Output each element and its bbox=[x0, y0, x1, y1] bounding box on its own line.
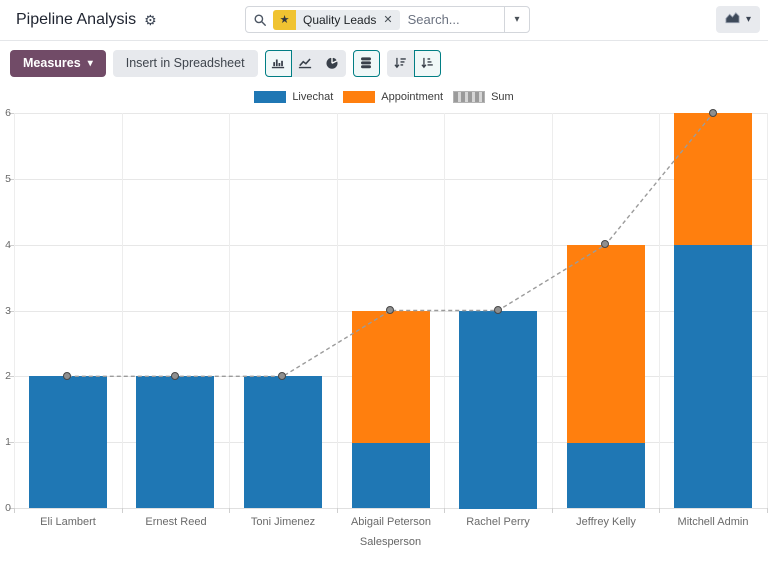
x-tick-mark bbox=[229, 508, 230, 513]
chevron-down-icon: ▾ bbox=[88, 58, 93, 69]
y-tick-label: 3 bbox=[0, 305, 11, 317]
legend-item-livechat[interactable]: Livechat bbox=[254, 91, 333, 103]
bar-chart-button[interactable] bbox=[265, 50, 292, 77]
x-gridline bbox=[337, 113, 338, 508]
bar-segment bbox=[459, 311, 537, 509]
chart-canvas: Livechat Appointment Sum Salesperson 0 1 2 3 4… bbox=[0, 85, 768, 564]
top-bar: Pipeline Analysis ⚙ ★ Quality Leads ✕ Se… bbox=[0, 0, 768, 41]
search-dropdown-toggle[interactable]: ▾ bbox=[504, 7, 529, 32]
x-tick-mark bbox=[14, 508, 15, 513]
y-gridline bbox=[14, 113, 767, 114]
legend-swatch bbox=[453, 91, 485, 103]
legend-label: Sum bbox=[491, 91, 514, 103]
legend-swatch bbox=[343, 91, 375, 103]
search-input[interactable]: Search... bbox=[408, 12, 504, 27]
control-panel: Measures ▾ Insert in Spreadsheet bbox=[0, 41, 768, 85]
bar-segment bbox=[244, 376, 322, 508]
bar-segment bbox=[352, 311, 430, 443]
sort-descending-icon bbox=[393, 56, 407, 70]
insert-in-spreadsheet-button[interactable]: Insert in Spreadsheet bbox=[113, 50, 258, 77]
x-tick-mark bbox=[444, 508, 445, 513]
y-tick-label: 1 bbox=[0, 436, 11, 448]
x-tick-label: Mitchell Admin bbox=[659, 516, 767, 529]
sum-point bbox=[63, 372, 71, 380]
x-tick-mark bbox=[552, 508, 553, 513]
x-tick-label: Rachel Perry bbox=[444, 516, 552, 529]
legend-label: Appointment bbox=[381, 91, 443, 103]
x-tick-label: Ernest Reed bbox=[122, 516, 230, 529]
pie-chart-button[interactable] bbox=[319, 50, 346, 77]
sort-group bbox=[387, 50, 441, 77]
sort-descending-button[interactable] bbox=[387, 50, 414, 77]
measures-button[interactable]: Measures ▾ bbox=[10, 50, 106, 77]
x-tick-mark bbox=[337, 508, 338, 513]
stacked-toggle-button[interactable] bbox=[353, 50, 380, 77]
magnifier-icon bbox=[253, 13, 267, 27]
facet-label: Quality Leads bbox=[303, 13, 376, 27]
y-tick-label: 2 bbox=[0, 370, 11, 382]
search-bar[interactable]: ★ Quality Leads ✕ Search... ▾ bbox=[245, 6, 530, 33]
sum-point bbox=[386, 306, 394, 314]
bar-segment bbox=[674, 113, 752, 245]
x-tick-label: Jeffrey Kelly bbox=[552, 516, 660, 529]
chevron-down-icon: ▾ bbox=[514, 14, 519, 25]
x-axis-title: Salesperson bbox=[14, 536, 767, 548]
close-icon[interactable]: ✕ bbox=[383, 13, 392, 26]
x-tick-label: Toni Jimenez bbox=[229, 516, 337, 529]
chart-type-group bbox=[265, 50, 346, 77]
measures-label: Measures bbox=[23, 56, 81, 70]
x-gridline bbox=[552, 113, 553, 508]
breadcrumb: Pipeline Analysis ⚙ bbox=[16, 0, 157, 40]
bar-segment bbox=[136, 376, 214, 508]
bar-chart-icon bbox=[271, 56, 285, 70]
line-chart-button[interactable] bbox=[292, 50, 319, 77]
bar-segment bbox=[567, 442, 645, 508]
legend-item-appointment[interactable]: Appointment bbox=[343, 91, 443, 103]
x-tick-label: Abigail Peterson bbox=[337, 516, 445, 529]
sort-ascending-icon bbox=[420, 56, 434, 70]
star-icon: ★ bbox=[273, 10, 296, 30]
legend-label: Livechat bbox=[292, 91, 333, 103]
y-tick-label: 0 bbox=[0, 502, 11, 514]
stacked-icon bbox=[359, 56, 373, 70]
page-title: Pipeline Analysis bbox=[16, 11, 136, 29]
x-gridline bbox=[444, 113, 445, 508]
gear-icon[interactable]: ⚙ bbox=[144, 13, 157, 27]
y-gridline bbox=[14, 508, 767, 509]
x-gridline bbox=[659, 113, 660, 508]
sum-point bbox=[494, 306, 502, 314]
sum-point bbox=[709, 109, 717, 117]
area-chart-icon bbox=[725, 10, 740, 30]
legend-swatch bbox=[254, 91, 286, 103]
search-facet[interactable]: ★ Quality Leads ✕ bbox=[273, 10, 400, 30]
view-switcher-button[interactable]: ▾ bbox=[716, 6, 760, 33]
line-chart-icon bbox=[298, 56, 312, 70]
bar-segment bbox=[352, 442, 430, 508]
x-gridline bbox=[229, 113, 230, 508]
y-tick-label: 5 bbox=[0, 173, 11, 185]
x-tick-mark bbox=[659, 508, 660, 513]
pie-chart-icon bbox=[325, 56, 339, 70]
chevron-down-icon: ▾ bbox=[746, 14, 751, 25]
x-tick-mark bbox=[122, 508, 123, 513]
y-gridline bbox=[14, 179, 767, 180]
sort-ascending-button[interactable] bbox=[414, 50, 441, 77]
y-gridline bbox=[14, 245, 767, 246]
bar-segment bbox=[674, 245, 752, 508]
x-gridline bbox=[122, 113, 123, 508]
app-window: Pipeline Analysis ⚙ ★ Quality Leads ✕ Se… bbox=[0, 0, 768, 564]
bar-segment bbox=[29, 376, 107, 508]
y-tick-label: 4 bbox=[0, 239, 11, 251]
x-tick-label: Eli Lambert bbox=[14, 516, 122, 529]
bar-segment bbox=[567, 245, 645, 443]
sum-point bbox=[171, 372, 179, 380]
legend-item-sum[interactable]: Sum bbox=[453, 91, 514, 103]
insert-in-spreadsheet-label: Insert in Spreadsheet bbox=[126, 56, 245, 70]
sum-point bbox=[601, 240, 609, 248]
x-gridline bbox=[14, 113, 15, 508]
chart-legend: Livechat Appointment Sum bbox=[0, 91, 768, 103]
y-tick-label: 6 bbox=[0, 107, 11, 119]
sum-point bbox=[278, 372, 286, 380]
